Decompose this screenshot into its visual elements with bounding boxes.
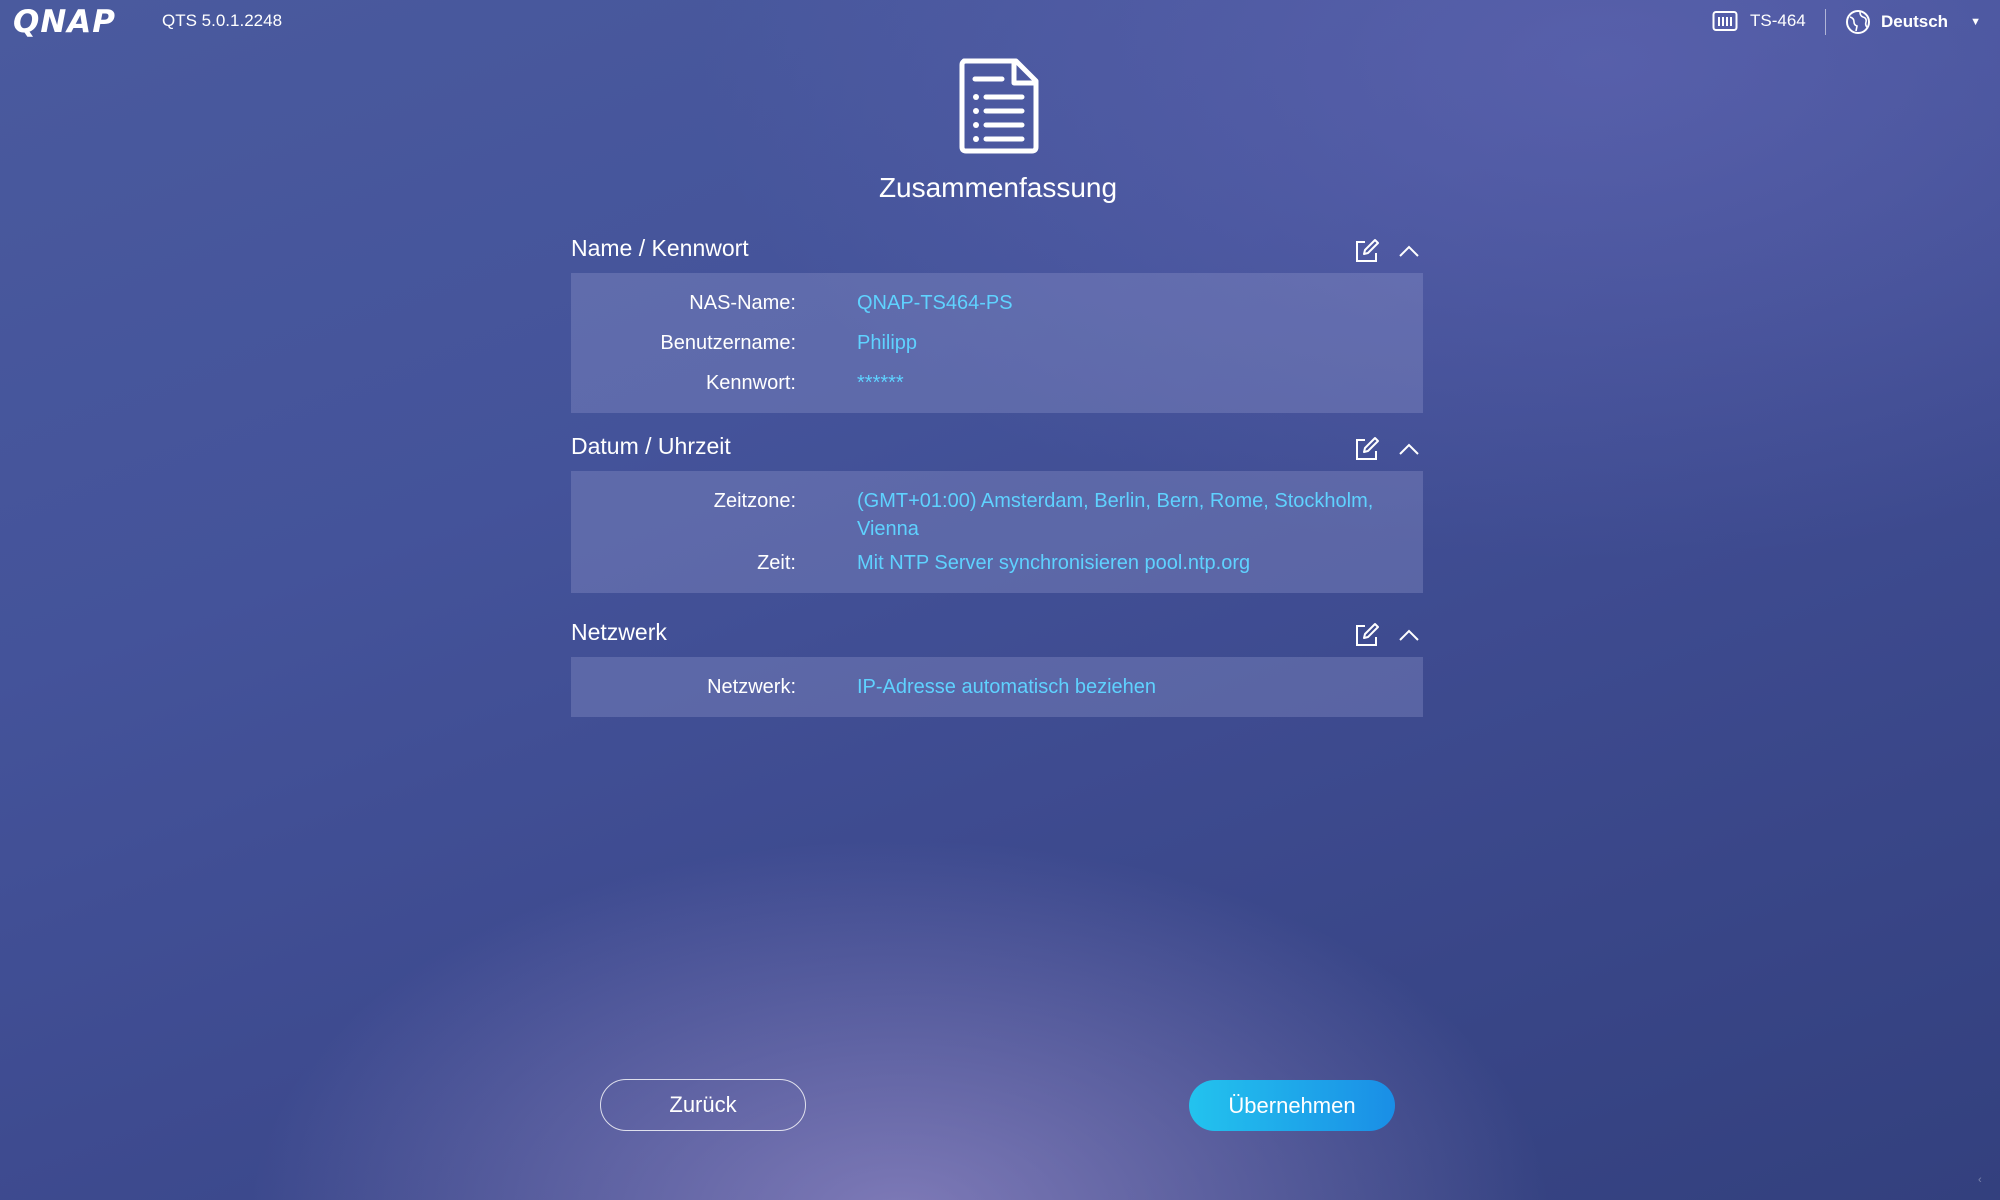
apply-button[interactable]: Übernehmen xyxy=(1189,1080,1395,1131)
language-selector[interactable]: Deutsch ▼ xyxy=(1845,9,1981,35)
row-password: Kennwort: ****** xyxy=(571,363,1423,403)
section-name-password: Name / Kennwort NAS-Name: QNAP-TS464-PS … xyxy=(571,233,1423,413)
row-timezone: Zeitzone: (GMT+01:00) Amsterdam, Berlin,… xyxy=(571,481,1423,543)
row-network: Netzwerk: IP-Adresse automatisch beziehe… xyxy=(571,667,1423,707)
qnap-logo: QNAP xyxy=(13,4,117,40)
device-info: TS-464 xyxy=(1712,9,1806,33)
row-value: Philipp xyxy=(857,332,918,354)
row-time: Zeit: Mit NTP Server synchronisieren poo… xyxy=(571,543,1423,583)
row-value: QNAP-TS464-PS xyxy=(857,292,1013,314)
globe-icon xyxy=(1846,10,1870,34)
row-value: IP-Adresse automatisch beziehen xyxy=(857,676,1157,698)
section-title: Datum / Uhrzeit xyxy=(571,433,731,459)
nas-device-icon xyxy=(1712,11,1738,31)
collapse-chevron-up-icon[interactable] xyxy=(1397,623,1421,647)
language-label: Deutsch xyxy=(1881,12,1949,31)
back-button[interactable]: Zurück xyxy=(600,1079,806,1131)
section-header: Netzwerk xyxy=(571,617,1423,657)
firmware-version: QTS 5.0.1.2248 xyxy=(162,11,283,30)
row-label: Benutzername: xyxy=(660,332,796,354)
edit-icon[interactable] xyxy=(1353,435,1381,463)
section-panel: NAS-Name: QNAP-TS464-PS Benutzername: Ph… xyxy=(571,273,1423,413)
section-date-time: Datum / Uhrzeit Zeitzone: (GMT+01:00) Am… xyxy=(571,431,1423,593)
page-title: Zusammenfassung xyxy=(878,172,1118,203)
section-header: Datum / Uhrzeit xyxy=(571,431,1423,471)
row-label: NAS-Name: xyxy=(689,292,796,314)
row-username: Benutzername: Philipp xyxy=(571,323,1423,363)
row-label: Zeit: xyxy=(757,552,796,574)
section-title: Name / Kennwort xyxy=(571,235,749,261)
row-value: (GMT+01:00) Amsterdam, Berlin, Bern, Rom… xyxy=(857,490,1374,540)
chevron-down-icon: ▼ xyxy=(1970,16,1981,28)
section-panel: Zeitzone: (GMT+01:00) Amsterdam, Berlin,… xyxy=(571,471,1423,593)
row-value: Mit NTP Server synchronisieren pool.ntp.… xyxy=(857,552,1251,574)
top-bar: QNAP QTS 5.0.1.2248 TS-464 Deutsch ▼ xyxy=(0,0,2000,44)
section-panel: Netzwerk: IP-Adresse automatisch beziehe… xyxy=(571,657,1423,717)
edit-icon[interactable] xyxy=(1353,621,1381,649)
row-nas-name: NAS-Name: QNAP-TS464-PS xyxy=(571,283,1423,323)
document-icon xyxy=(959,58,1039,154)
topbar-divider xyxy=(1825,9,1826,35)
row-label: Zeitzone: xyxy=(713,490,796,512)
row-value: ****** xyxy=(857,372,904,394)
section-title: Netzwerk xyxy=(571,619,667,645)
row-label: Kennwort: xyxy=(705,372,796,394)
edit-icon[interactable] xyxy=(1353,237,1381,265)
section-network: Netzwerk Netzwerk: IP-Adresse automatisc… xyxy=(571,617,1423,717)
collapse-chevron-up-icon[interactable] xyxy=(1397,239,1421,263)
resize-handle-icon: ‹ xyxy=(1978,1174,1982,1186)
section-header: Name / Kennwort xyxy=(571,233,1423,273)
collapse-chevron-up-icon[interactable] xyxy=(1397,437,1421,461)
device-model: TS-464 xyxy=(1750,11,1806,30)
row-label: Netzwerk: xyxy=(707,676,796,698)
